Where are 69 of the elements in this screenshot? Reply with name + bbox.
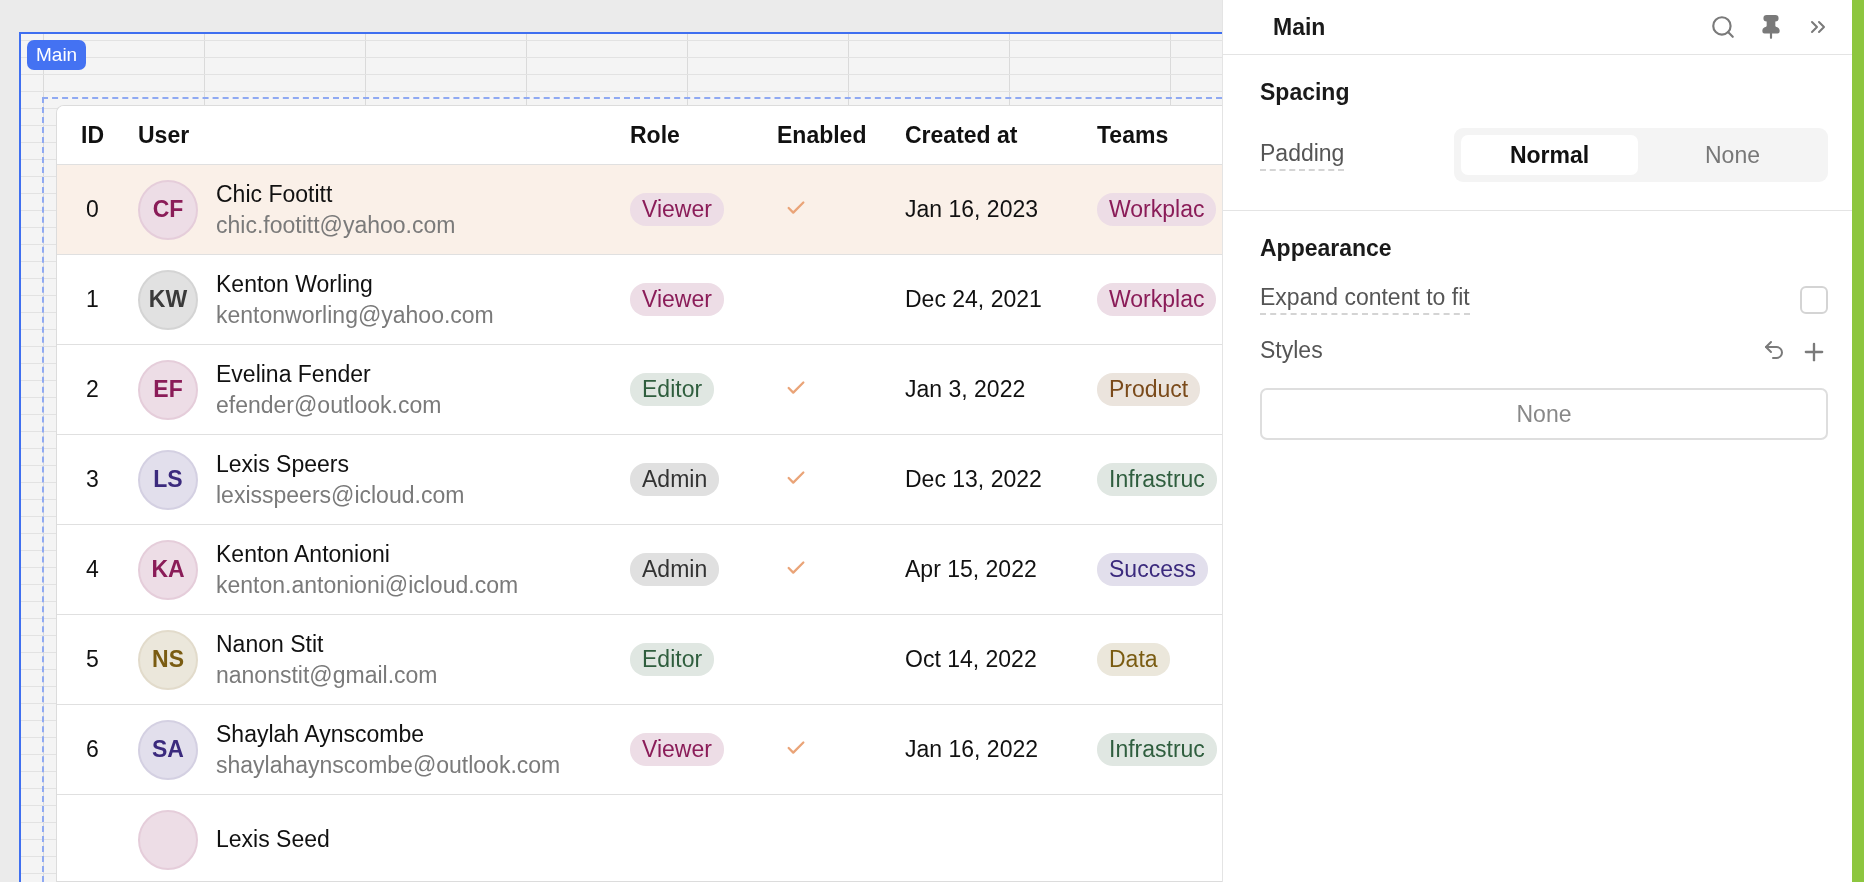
id-cell-text: 2	[85, 376, 100, 403]
created-date: Jan 3, 2022	[905, 376, 1027, 403]
column-header: Teams	[1097, 121, 1170, 149]
avatar: SA	[138, 719, 198, 780]
role-tag: Admin	[630, 553, 720, 586]
user-name: Kenton Antonioni	[216, 540, 391, 568]
user-email: shaylahaynscombe@outlook.com	[216, 751, 561, 779]
avatar: CF	[138, 179, 198, 240]
styles-label: Styles	[1260, 337, 1323, 365]
column-header: Enabled	[777, 121, 868, 149]
segment-option[interactable]: Normal	[1461, 135, 1638, 175]
team-tag: Product	[1097, 373, 1201, 406]
user-email: chic.footitt@yahoo.com	[216, 211, 456, 239]
user-name: Chic Footitt	[216, 180, 334, 208]
user-name: Shaylah Aynscombe	[216, 720, 425, 748]
created-date: Dec 13, 2022	[905, 466, 1043, 493]
table-row[interactable]: 0 CF Chic Footitt chic.footitt@yahoo.com Viewer Jan 16, 2023 Workplac	[57, 165, 1222, 255]
user-name: Lexis Speers	[216, 450, 350, 478]
id-cell-text: 1	[85, 286, 100, 313]
created-date: Dec 24, 2021	[905, 286, 1043, 313]
user-email: efender@outlook.com	[216, 391, 442, 419]
team-tag: Workplac	[1097, 193, 1217, 226]
frame-label[interactable]: Main	[27, 40, 87, 70]
avatar: LS	[138, 449, 198, 510]
id-cell-text: 0	[85, 196, 100, 223]
user-email: nanonstit@gmail.com	[216, 661, 438, 689]
team-tag: Success	[1097, 553, 1208, 586]
column-header: ID	[80, 121, 105, 149]
id-cell-text: 6	[85, 736, 100, 763]
styles-field[interactable]: None	[1260, 388, 1828, 440]
panel-title: Main	[1273, 13, 1327, 41]
user-name: Evelina Fender	[216, 360, 372, 388]
padding-label: Padding	[1260, 139, 1345, 171]
avatar: KW	[138, 269, 198, 330]
role-tag: Admin	[630, 463, 720, 496]
role-tag: Viewer	[630, 193, 724, 226]
section-heading: Appearance	[1260, 235, 1393, 262]
avatar: NS	[138, 629, 198, 690]
user-email: kentonworling@yahoo.com	[216, 301, 494, 329]
created-date: Oct 14, 2022	[905, 646, 1038, 673]
segment-option[interactable]: None	[1644, 135, 1821, 175]
id-cell-text: 5	[85, 646, 100, 673]
column-header: Role	[630, 121, 681, 149]
user-name: Lexis Seed	[216, 826, 330, 853]
avatar: EF	[138, 359, 198, 420]
team-tag: Data	[1097, 643, 1170, 676]
team-tag: Infrastruc	[1097, 733, 1217, 766]
created-date: Apr 15, 2022	[905, 556, 1038, 583]
user-name: Nanon Stit	[216, 630, 325, 658]
user-name: Kenton Worling	[216, 270, 374, 298]
role-tag: Viewer	[630, 733, 724, 766]
search-icon[interactable]	[1710, 14, 1736, 40]
section-heading: Spacing	[1260, 79, 1351, 106]
team-tag: Infrastruc	[1097, 463, 1217, 496]
column-header: Created at	[905, 121, 1019, 149]
column-header: User	[137, 121, 191, 149]
created-date: Jan 16, 2023	[905, 196, 1039, 223]
user-email: kenton.antonioni@icloud.com	[216, 571, 519, 599]
checkbox[interactable]	[1800, 285, 1828, 314]
user-email: lexisspeers@icloud.com	[216, 481, 465, 509]
team-tag: Workplac	[1097, 283, 1217, 316]
role-tag: Editor	[630, 643, 715, 676]
id-cell-text: 4	[85, 556, 100, 583]
id-cell-text: 3	[85, 466, 100, 493]
created-date: Jan 16, 2022	[905, 736, 1039, 763]
role-tag: Viewer	[630, 283, 724, 316]
role-tag: Editor	[630, 373, 715, 406]
expand-label: Expand content to fit	[1260, 284, 1470, 315]
avatar: KA	[138, 539, 198, 600]
